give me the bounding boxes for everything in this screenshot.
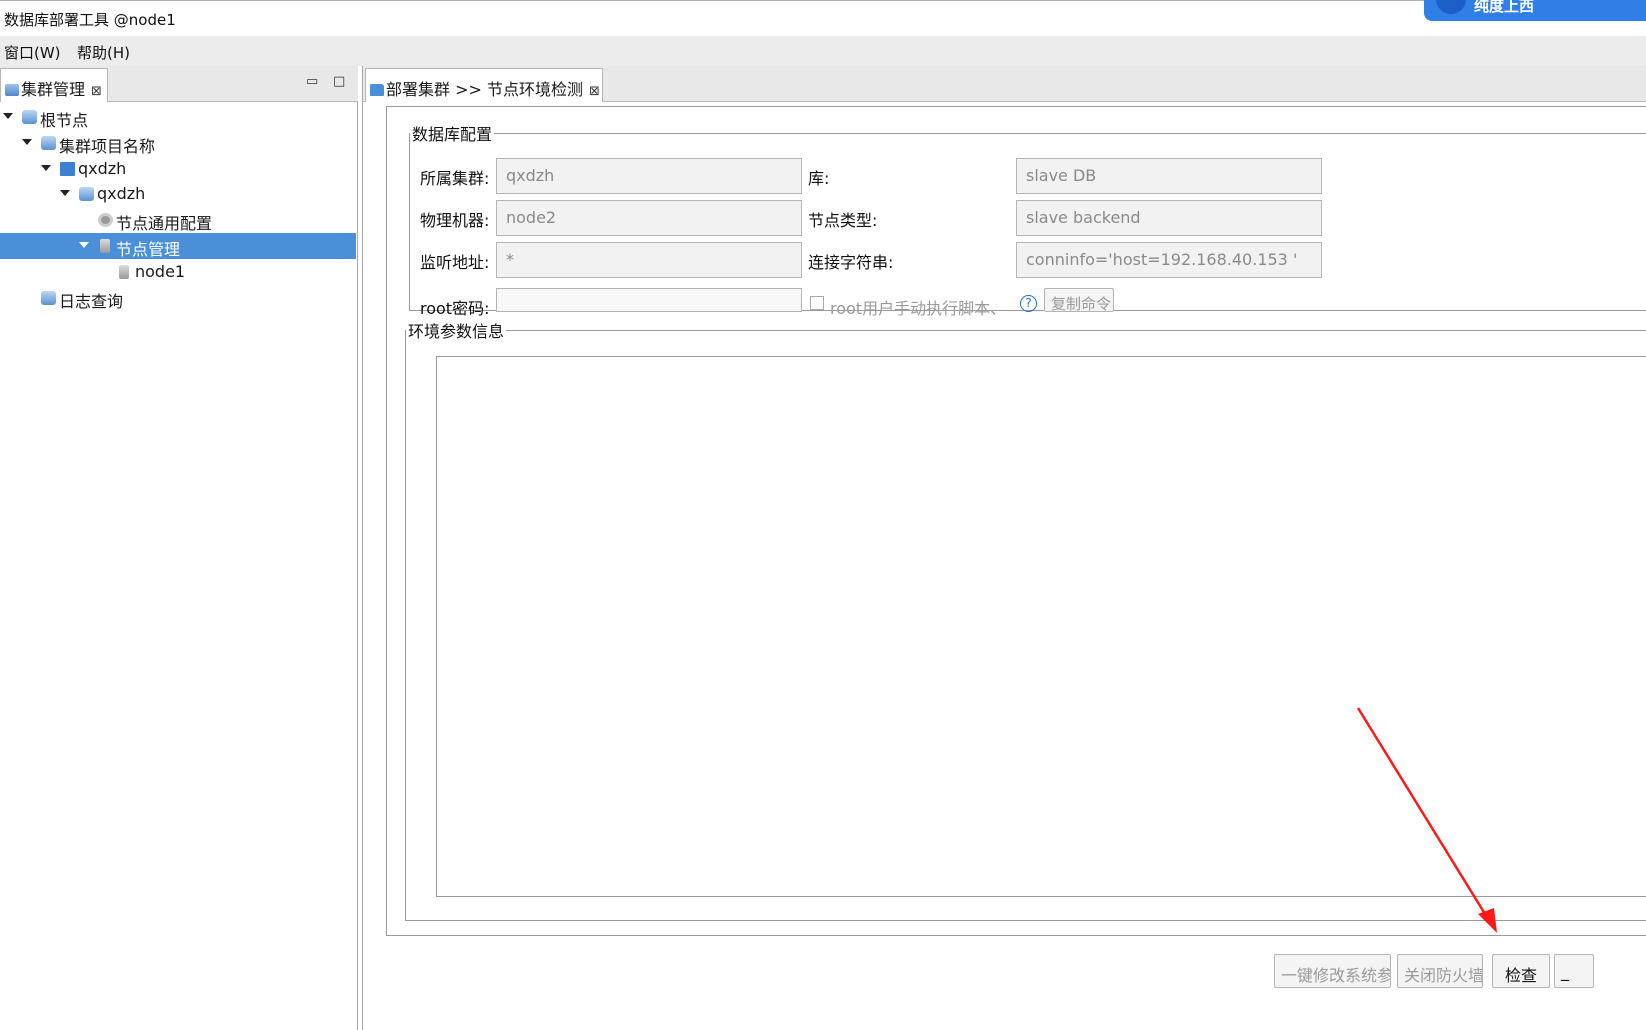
- root-password-label: root密码:: [420, 299, 490, 318]
- cluster-management-view: 集群管理 ⊠ ▭ □ 根节点 集群项目名称 qxdzh qxdzh 节点通用配置: [0, 66, 358, 1030]
- tree-item-label: node1: [135, 262, 186, 281]
- root-password-field[interactable]: [496, 288, 802, 312]
- tree-item-label: 集群项目名称: [59, 137, 156, 156]
- tree-item-label: qxdzh: [78, 159, 127, 178]
- close-tab-icon[interactable]: ⊠: [589, 84, 600, 99]
- env-info-legend: 环境参数信息: [408, 322, 505, 341]
- server-icon: [119, 265, 129, 279]
- badge-text: 纯度上西: [1474, 0, 1535, 15]
- minimize-view-icon[interactable]: ▭: [306, 74, 318, 89]
- manual-script-label: root用户手动执行脚本、: [830, 299, 1007, 318]
- tab-label: 集群管理: [21, 80, 86, 99]
- listen-address-label: 监听地址:: [420, 253, 490, 272]
- check-button[interactable]: 检查: [1492, 954, 1550, 988]
- left-view-tabbar: 集群管理 ⊠ ▭ □: [0, 66, 358, 102]
- modify-system-params-button[interactable]: 一键修改系统参数: [1274, 954, 1391, 988]
- db-config-group: 数据库配置 所属集群: qxdzh 库: slave DB 物理机器: node…: [409, 121, 1646, 318]
- node-type-label: 节点类型:: [808, 211, 878, 230]
- tree-item-label: 节点管理: [116, 240, 181, 259]
- expand-arrow-icon[interactable]: [60, 190, 70, 196]
- database-icon: [79, 187, 94, 201]
- close-firewall-button[interactable]: 关闭防火墙: [1397, 954, 1483, 988]
- db-field[interactable]: slave DB: [1016, 158, 1322, 194]
- tree-item-qxdzh-host[interactable]: qxdzh: [0, 156, 356, 182]
- editor-tabbar: 部署集群 >> 节点环境检测 ⊠: [363, 66, 1646, 102]
- window-title: 数据库部署工具 @node1: [4, 11, 176, 29]
- menu-window[interactable]: 窗口(W): [4, 42, 61, 63]
- tree-item-log-query[interactable]: 日志查询: [0, 285, 356, 311]
- expand-arrow-icon[interactable]: [22, 139, 32, 145]
- copy-command-button[interactable]: 复制命令: [1044, 288, 1114, 312]
- gear-icon: [98, 213, 113, 227]
- server-group-icon: [100, 239, 110, 253]
- node-type-field[interactable]: slave backend: [1016, 200, 1322, 236]
- conn-string-field[interactable]: conninfo='host=192.168.40.153 ': [1016, 242, 1322, 278]
- expand-arrow-icon[interactable]: [41, 165, 51, 171]
- help-icon[interactable]: ?: [1020, 295, 1037, 312]
- host-icon: [60, 162, 75, 176]
- tree-item-root[interactable]: 根节点: [0, 104, 356, 130]
- menu-bar: 窗口(W) 帮助(H): [0, 36, 1646, 66]
- db-config-legend: 数据库配置: [412, 125, 493, 144]
- database-icon: [41, 291, 56, 305]
- tree-item-label: 日志查询: [59, 292, 124, 311]
- cluster-label: 所属集群:: [420, 169, 490, 188]
- db-label: 库:: [808, 169, 830, 188]
- cluster-field[interactable]: qxdzh: [496, 158, 802, 194]
- manual-script-checkbox[interactable]: [810, 296, 824, 310]
- tree-item-label: 节点通用配置: [116, 214, 213, 233]
- tree-item-label: qxdzh: [97, 184, 146, 203]
- machine-field[interactable]: node2: [496, 200, 802, 236]
- tab-node-env-check[interactable]: 部署集群 >> 节点环境检测 ⊠: [365, 68, 603, 102]
- tree-item-label: 根节点: [40, 111, 89, 130]
- expand-arrow-icon[interactable]: [79, 242, 89, 248]
- tree-item-node-management[interactable]: 节点管理: [0, 233, 356, 259]
- annotation-arrow-icon: [1356, 707, 1497, 933]
- database-icon: [22, 110, 37, 124]
- listen-address-field[interactable]: *: [496, 242, 802, 278]
- tree-item-cluster-project[interactable]: 集群项目名称: [0, 130, 356, 156]
- menu-help[interactable]: 帮助(H): [77, 42, 130, 63]
- folder-icon: [370, 84, 384, 96]
- overlay-badge[interactable]: 纯度上西: [1424, 0, 1646, 21]
- maximize-view-icon[interactable]: □: [333, 74, 345, 89]
- title-bar: 数据库部署工具 @node1 纯度上西: [0, 0, 1646, 36]
- tab-label: 部署集群 >> 节点环境检测: [386, 80, 583, 99]
- tree-item-node1[interactable]: node1: [0, 259, 356, 285]
- tree-item-qxdzh-db[interactable]: qxdzh: [0, 181, 356, 207]
- cluster-icon: [5, 84, 19, 96]
- badge-logo-icon: [1436, 0, 1466, 14]
- database-icon: [41, 136, 56, 150]
- machine-label: 物理机器:: [420, 211, 490, 230]
- more-button[interactable]: _: [1554, 954, 1594, 988]
- close-tab-icon[interactable]: ⊠: [91, 84, 102, 99]
- tree-item-node-common-config[interactable]: 节点通用配置: [0, 207, 356, 233]
- tab-cluster-management[interactable]: 集群管理 ⊠: [0, 68, 108, 102]
- expand-arrow-icon[interactable]: [3, 113, 13, 119]
- conn-string-label: 连接字符串:: [808, 253, 894, 272]
